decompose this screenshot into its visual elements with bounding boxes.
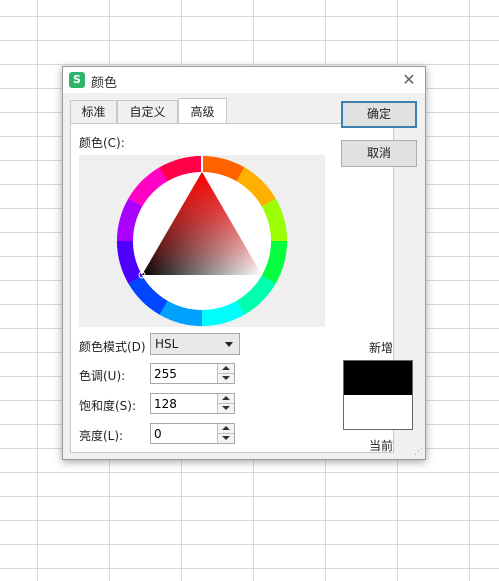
dialog-titlebar[interactable]: S 颜色 ✕ — [63, 67, 425, 93]
saturation-spin-buttons — [217, 394, 234, 413]
luminance-label: 亮度(L): — [79, 429, 124, 443]
saturation-up-icon[interactable] — [218, 394, 234, 404]
resize-grip-icon[interactable]: ⋰ — [414, 448, 423, 457]
hue-input[interactable] — [154, 366, 214, 381]
hue-down-icon[interactable] — [218, 374, 234, 383]
saturation-label: 饱和度(S): — [79, 399, 137, 413]
app-logo-icon: S — [69, 72, 85, 88]
saturation-stepper[interactable] — [150, 393, 235, 414]
color-wheel-area[interactable] — [79, 155, 325, 327]
color-preview — [343, 360, 413, 430]
chevron-down-icon — [225, 342, 233, 347]
current-color-swatch — [344, 395, 412, 429]
dialog-title: 颜色 — [91, 76, 118, 91]
close-icon[interactable]: ✕ — [397, 69, 421, 91]
color-mode-select[interactable]: HSL — [150, 333, 240, 355]
luminance-spin-buttons — [217, 424, 234, 443]
luminance-up-icon[interactable] — [218, 424, 234, 434]
new-color-label: 新增 — [369, 341, 394, 355]
ok-button[interactable]: 确定 — [341, 101, 417, 128]
saturation-input[interactable] — [154, 396, 214, 411]
hue-stepper[interactable] — [150, 363, 235, 384]
color-dialog: S 颜色 ✕ 标准 自定义 高级 颜色(C): 颜色模式(D) HSL 色调(U… — [62, 66, 426, 460]
luminance-stepper[interactable] — [150, 423, 235, 444]
hue-spin-buttons — [217, 364, 234, 383]
saturation-down-icon[interactable] — [218, 404, 234, 413]
tab-advanced[interactable]: 高级 — [178, 98, 227, 123]
hue-label: 色调(U): — [79, 369, 126, 383]
luminance-input[interactable] — [154, 426, 214, 441]
tab-standard[interactable]: 标准 — [70, 100, 117, 123]
cancel-button[interactable]: 取消 — [341, 140, 417, 167]
luminance-down-icon[interactable] — [218, 434, 234, 443]
color-mode-label: 颜色模式(D) — [79, 340, 146, 354]
hue-up-icon[interactable] — [218, 364, 234, 374]
color-mode-value: HSL — [155, 337, 179, 351]
new-color-swatch — [344, 361, 412, 395]
tab-custom[interactable]: 自定义 — [117, 100, 178, 123]
current-color-label: 当前 — [369, 439, 394, 453]
color-wheel-svg[interactable] — [79, 155, 325, 327]
color-label: 颜色(C): — [79, 136, 125, 150]
